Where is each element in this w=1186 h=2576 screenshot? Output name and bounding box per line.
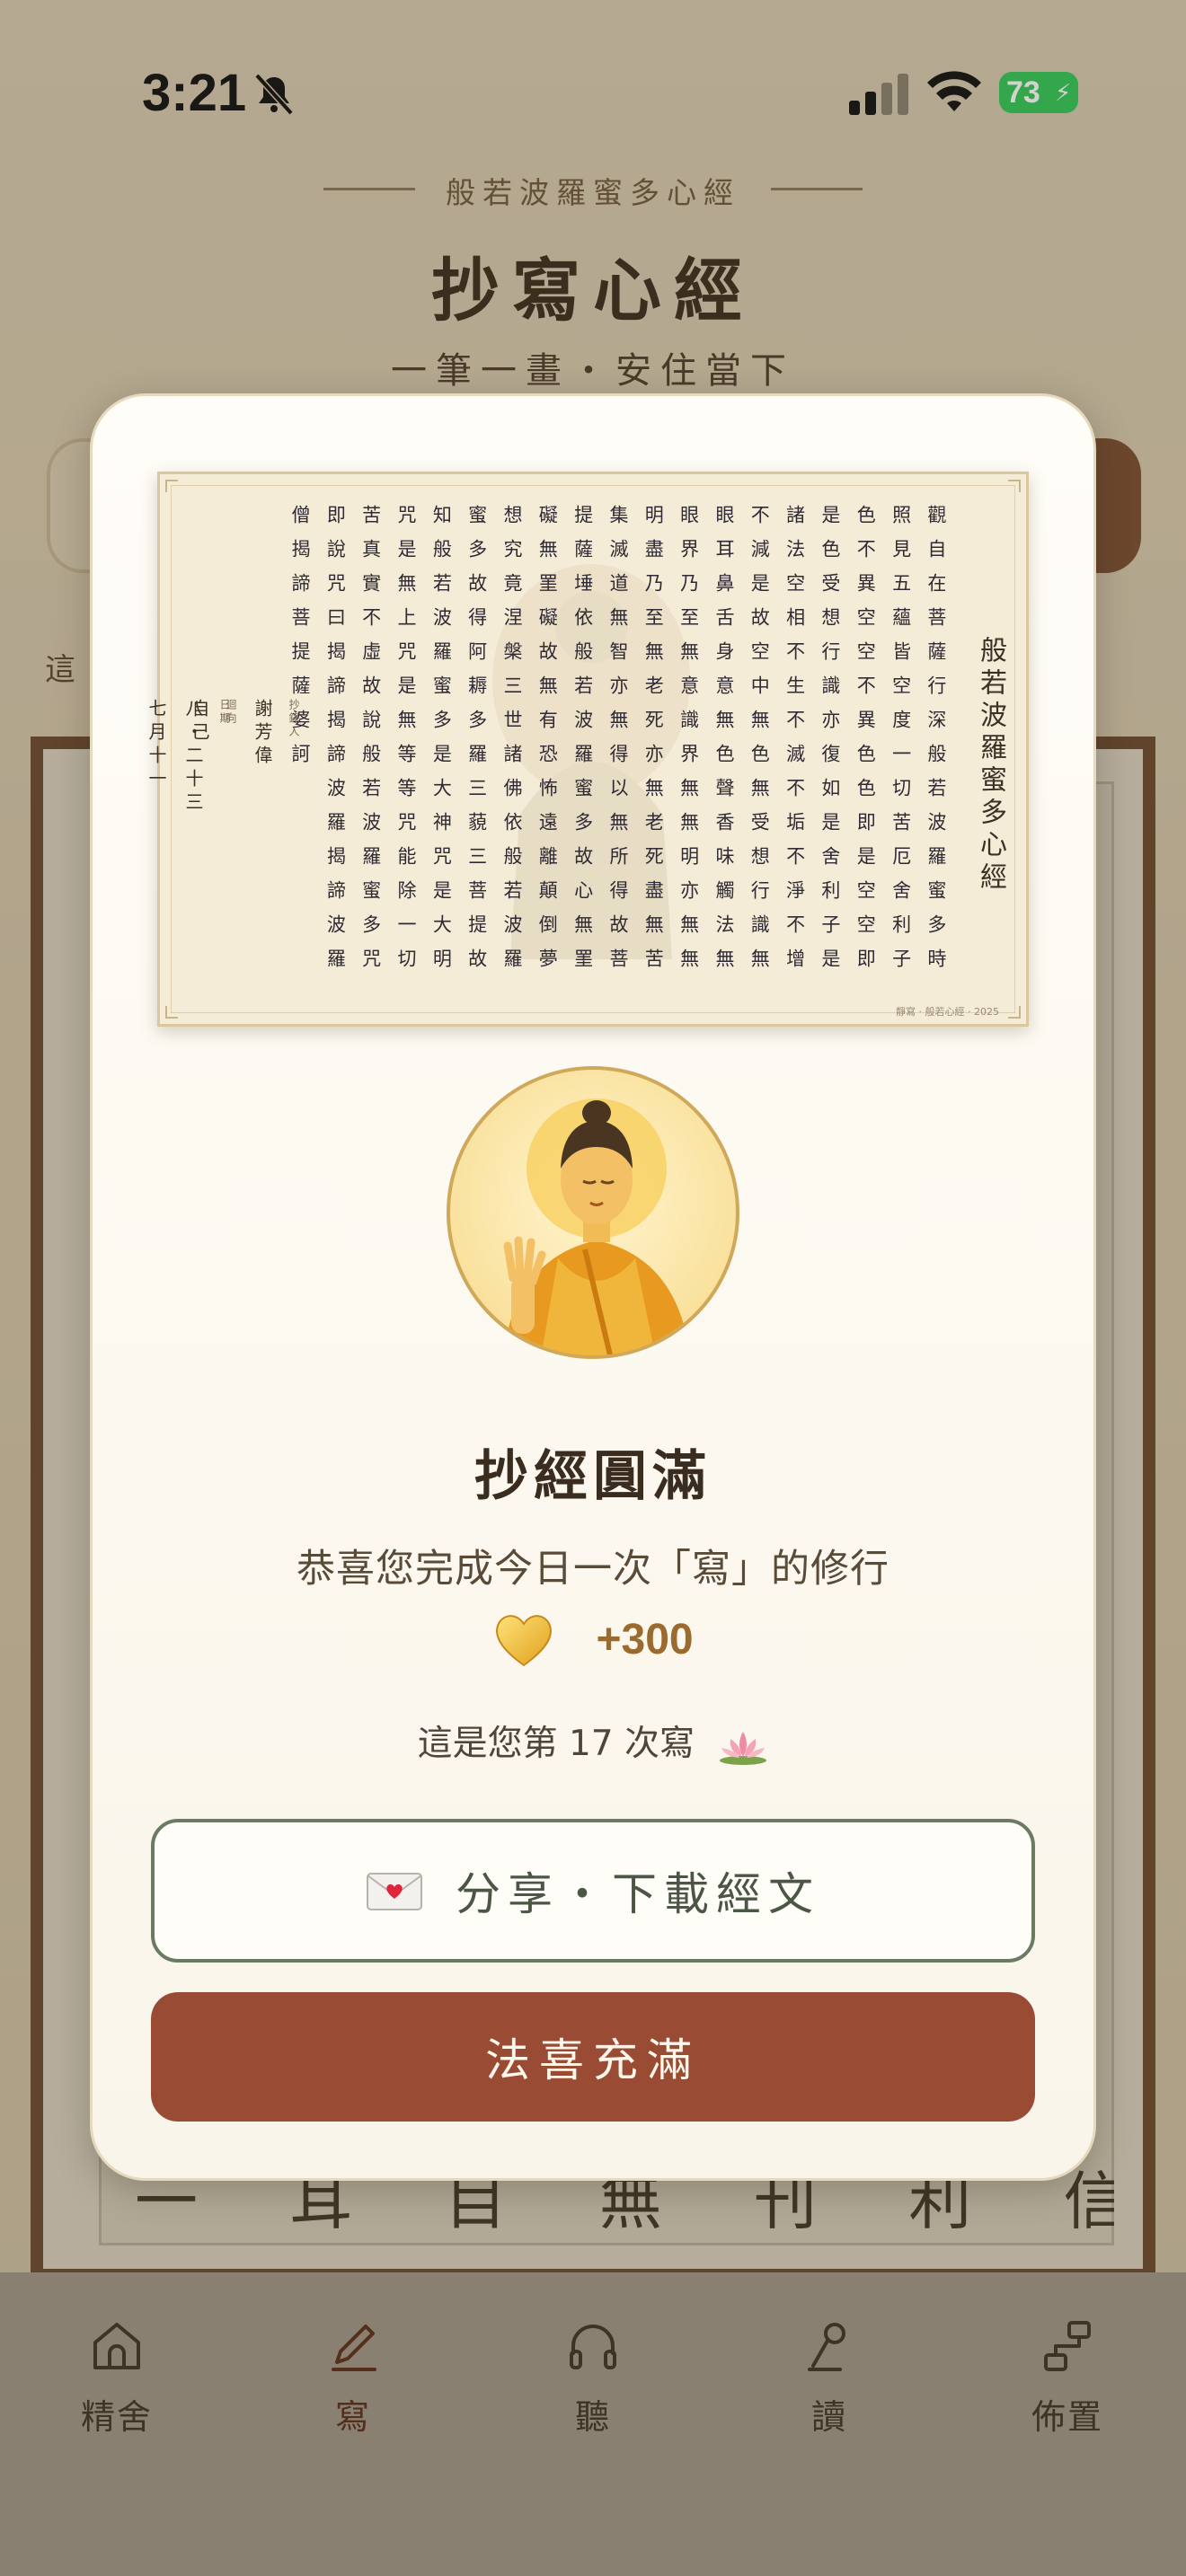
preview-footer: 靜寫 · 般若心經 · 2025 bbox=[896, 1006, 999, 1018]
date-label: 日期 bbox=[218, 699, 231, 726]
buddha-medallion bbox=[447, 1066, 739, 1359]
sutra-column: 眼界乃至無意識界無無明亦無無 bbox=[677, 505, 700, 983]
sutra-column: 色不異空空不異色色即是空空即 bbox=[854, 505, 877, 983]
confirm-button[interactable]: 法喜充滿 bbox=[151, 1992, 1035, 2122]
corner-ornament bbox=[165, 480, 178, 492]
merit-reward: +300 bbox=[90, 1608, 1096, 1680]
sutra-column: 蜜多故得阿耨多羅三藐三菩提故 bbox=[465, 505, 488, 983]
love-letter-icon bbox=[367, 1873, 422, 1910]
preview-sutra-title: 般若波羅蜜多心經 bbox=[975, 636, 1006, 895]
completion-title: 抄經圓滿 bbox=[474, 1445, 712, 1508]
date-month: 七月十一 bbox=[146, 699, 167, 792]
sutra-column: 咒是無上咒是無等等咒能除一切 bbox=[394, 505, 417, 983]
buddha-icon bbox=[503, 1098, 690, 1355]
sutra-column: 眼耳鼻舌身意無色聲香味觸法無 bbox=[712, 505, 735, 983]
sutra-column: 提薩埵依般若波羅蜜多故心無罣 bbox=[571, 505, 594, 983]
confirm-label: 法喜充滿 bbox=[485, 2034, 701, 2086]
lotus-icon bbox=[720, 1731, 767, 1765]
sutra-column: 是色受想行識亦復如是舍利子是 bbox=[819, 505, 841, 983]
copyist-name: 謝芳偉 bbox=[252, 699, 273, 769]
corner-ornament bbox=[165, 1006, 178, 1019]
corner-ornament bbox=[1008, 480, 1021, 492]
sutra-column: 想究竟涅槃三世諸佛依般若波羅 bbox=[500, 505, 523, 983]
completion-message: 恭喜您完成今日一次「寫」的修行 bbox=[296, 1547, 890, 1592]
share-download-label: 分享・下載經文 bbox=[456, 1868, 820, 1920]
sutra-column: 礙無罣礙故無有恐怖遠離顛倒夢 bbox=[536, 505, 559, 983]
sutra-text-columns: 觀自在菩薩行深般若波羅蜜多時 照見五蘊皆空度一切苦厄舍利子 色不異空空不異色色即… bbox=[286, 505, 951, 1008]
gold-heart-icon bbox=[496, 1615, 553, 1667]
merit-points: +300 bbox=[596, 1615, 694, 1663]
sutra-column: 明盡乃至無老死亦無老死盡無苦 bbox=[642, 505, 665, 983]
date-day: 八・二十三 bbox=[182, 699, 204, 816]
sutra-preview: 般若波羅蜜多心經 觀自在菩薩行深般若波羅蜜多時 照見五蘊皆空度一切苦厄舍利子 色… bbox=[146, 472, 1029, 1027]
date-info: 日期 八・二十三 七月十一 bbox=[144, 699, 233, 914]
sutra-column: 集滅道無智亦無得以無所得故菩 bbox=[606, 505, 629, 983]
sutra-column: 即說咒曰揭諦揭諦波羅揭諦波羅 bbox=[324, 505, 347, 983]
practice-count: 這是您第 17 次寫 bbox=[90, 1716, 1096, 1766]
share-download-button[interactable]: 分享・下載經文 bbox=[151, 1819, 1035, 1963]
copyist-label: 抄錄人 bbox=[288, 699, 300, 739]
corner-ornament bbox=[1008, 1006, 1021, 1019]
sutra-column: 照見五蘊皆空度一切苦厄舍利子 bbox=[890, 505, 912, 983]
sutra-column: 知般若波羅蜜多是大神咒是大明 bbox=[430, 505, 453, 983]
sutra-column: 觀自在菩薩行深般若波羅蜜多時 bbox=[925, 505, 947, 983]
sutra-column: 苦真實不虛故說般若波羅蜜多咒 bbox=[359, 505, 382, 983]
practice-count-text: 這是您第 17 次寫 bbox=[417, 1724, 695, 1764]
sutra-column: 諸法空相不生不滅不垢不淨不增 bbox=[783, 505, 806, 983]
sutra-column: 不減是故空中無色無受想行識無 bbox=[748, 505, 771, 983]
